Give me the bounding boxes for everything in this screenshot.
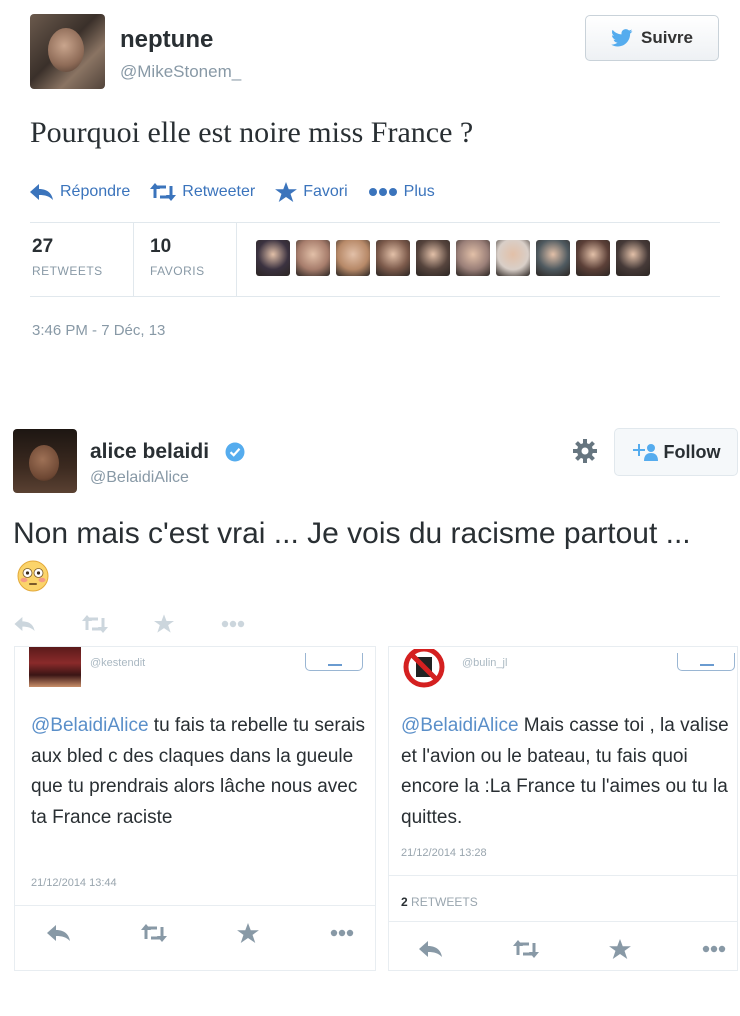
mention-link[interactable]: @BelaidiAlice	[401, 715, 519, 736]
favoriter-avatar[interactable]	[616, 240, 650, 276]
favorite-action[interactable]: Favori	[275, 182, 348, 202]
follow-button[interactable]	[677, 653, 735, 671]
reply-icon[interactable]	[47, 925, 71, 941]
reply-actions	[419, 939, 727, 959]
divider	[389, 921, 737, 922]
reply-text: @BelaidiAlice tu fais ta rebelle tu sera…	[31, 711, 366, 833]
star-icon	[275, 182, 298, 202]
follow-button[interactable]	[305, 653, 363, 671]
more-label: Plus	[403, 183, 435, 200]
follow-button[interactable]: Follow	[614, 428, 738, 476]
add-user-icon	[632, 444, 658, 461]
retweets-stat[interactable]: 2 RETWEETS	[401, 895, 478, 909]
favoriters-avatar-list	[256, 240, 656, 278]
retweets-label[interactable]: RETWEETS	[32, 264, 103, 278]
retweets-count: 2	[401, 895, 408, 909]
tweet-text: Pourquoi elle est noire miss France ?	[30, 116, 474, 149]
reply-avatar[interactable]	[29, 647, 81, 687]
user-display-name[interactable]: neptune	[120, 26, 213, 54]
reply-label: Répondre	[60, 183, 131, 200]
follow-button[interactable]: Suivre	[585, 15, 719, 61]
twitter-bird-icon	[611, 29, 633, 47]
retweet-icon	[150, 183, 177, 201]
user-avatar[interactable]	[13, 429, 77, 493]
divider	[236, 222, 237, 296]
tweet-actions: Répondre Retweeter Favori Plus	[30, 178, 455, 206]
favoriter-avatar[interactable]	[576, 240, 610, 276]
tweet-text-body: Non mais c'est vrai ... Je vois du racis…	[13, 517, 691, 550]
favoriter-avatar[interactable]	[296, 240, 330, 276]
retweets-count[interactable]: 27	[32, 236, 53, 258]
divider	[133, 222, 134, 296]
reply-text: @BelaidiAlice Mais casse toi , la valise…	[401, 711, 731, 833]
favoriter-avatar[interactable]	[536, 240, 570, 276]
user-handle[interactable]: @BelaidiAlice	[90, 469, 189, 487]
reply-actions	[47, 923, 355, 943]
verified-badge-icon	[225, 442, 245, 462]
reply-icon	[30, 184, 53, 200]
more-dots-icon	[368, 188, 397, 196]
divider	[15, 905, 375, 906]
tweet-actions	[14, 614, 292, 633]
divider	[30, 296, 720, 297]
mention-link[interactable]: @BelaidiAlice	[31, 715, 149, 736]
user-display-name[interactable]: alice belaidi	[90, 440, 209, 464]
flushed-face-emoji-icon	[17, 560, 49, 592]
favoriter-avatar[interactable]	[496, 240, 530, 276]
star-icon[interactable]	[237, 923, 259, 943]
favorites-count[interactable]: 10	[150, 236, 171, 258]
reply-handle[interactable]: @bulin_jl	[462, 657, 507, 669]
follow-label: Suivre	[641, 28, 693, 47]
user-handle[interactable]: @MikeStonem_	[120, 62, 241, 82]
more-action[interactable]: Plus	[368, 183, 435, 201]
divider	[389, 875, 737, 876]
favorites-label[interactable]: FAVORIS	[150, 264, 205, 278]
favoriter-avatar[interactable]	[256, 240, 290, 276]
reply-icon[interactable]	[419, 941, 443, 957]
favoriter-avatar[interactable]	[416, 240, 450, 276]
more-dots-icon[interactable]	[701, 945, 727, 953]
reply-handle[interactable]: @kestendit	[90, 657, 145, 669]
reply-icon[interactable]	[14, 616, 36, 631]
favoriter-avatar[interactable]	[456, 240, 490, 276]
star-icon[interactable]	[609, 939, 631, 959]
follow-label: Follow	[663, 441, 721, 462]
tweet-text: Non mais c'est vrai ... Je vois du racis…	[13, 512, 713, 600]
retweet-label: Retweeter	[182, 183, 256, 200]
more-dots-icon[interactable]	[220, 620, 246, 628]
retweet-icon[interactable]	[141, 924, 167, 942]
more-dots-icon[interactable]	[329, 929, 355, 937]
no-sign-avatar-icon[interactable]	[399, 649, 449, 689]
retweet-icon[interactable]	[513, 940, 539, 958]
reply-timestamp[interactable]: 21/12/2014 13:28	[401, 847, 487, 859]
retweet-icon[interactable]	[82, 614, 108, 633]
star-icon[interactable]	[154, 614, 174, 633]
reply-action[interactable]: Répondre	[30, 183, 130, 201]
user-avatar[interactable]	[30, 14, 105, 89]
favoriter-avatar[interactable]	[376, 240, 410, 276]
reply-timestamp[interactable]: 21/12/2014 13:44	[31, 877, 117, 889]
retweets-label: RETWEETS	[411, 895, 478, 909]
reply-card: @bulin_jl @BelaidiAlice Mais casse toi ,…	[388, 646, 738, 971]
retweet-action[interactable]: Retweeter	[150, 183, 255, 201]
favoriter-avatar[interactable]	[336, 240, 370, 276]
favorite-label: Favori	[303, 183, 348, 200]
tweet-timestamp[interactable]: 3:46 PM - 7 Déc, 13	[32, 322, 165, 339]
gear-icon[interactable]	[572, 438, 598, 464]
reply-card: @kestendit @BelaidiAlice tu fais ta rebe…	[14, 646, 376, 971]
